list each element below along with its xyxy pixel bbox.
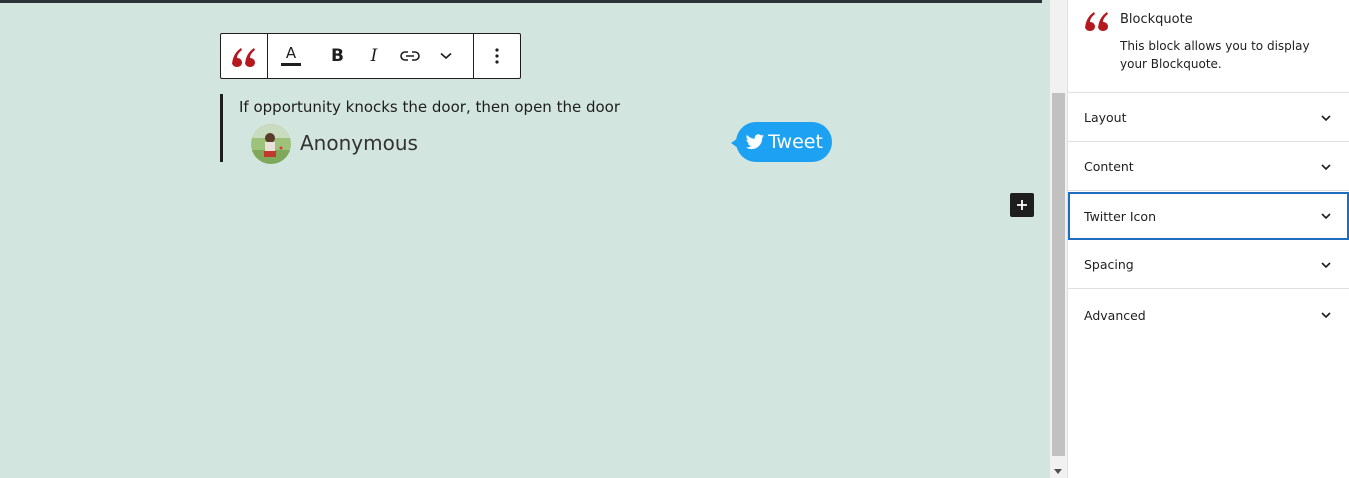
- quote-icon: [232, 48, 255, 67]
- vertical-ellipsis-icon: [495, 48, 499, 64]
- blockquote-block[interactable]: If opportunity knocks the door, then ope…: [220, 94, 840, 164]
- block-toolbar: A B I: [220, 33, 521, 79]
- tweet-label: Tweet: [768, 131, 823, 153]
- text-color-bar: [281, 63, 301, 66]
- chevron-down-icon: [440, 52, 452, 60]
- chevron-down-icon: [1321, 114, 1331, 121]
- scroll-down-arrow[interactable]: [1054, 469, 1062, 474]
- tweet-button[interactable]: Tweet: [731, 122, 832, 162]
- more-formats-button[interactable]: [433, 34, 459, 78]
- panel-label: Spacing: [1084, 257, 1134, 272]
- chevron-down-icon: [1321, 261, 1331, 268]
- author-avatar: [251, 124, 291, 164]
- chevron-down-icon: [1321, 312, 1331, 319]
- text-color-icon: A: [285, 44, 297, 62]
- top-bar: [0, 0, 1042, 3]
- panel-advanced[interactable]: Advanced: [1068, 290, 1349, 340]
- panel-label: Advanced: [1084, 307, 1146, 323]
- block-card: Blockquote This block allows you to disp…: [1068, 0, 1349, 93]
- options-button[interactable]: [474, 34, 520, 78]
- plus-icon: [1017, 200, 1027, 210]
- avatar-image: [251, 124, 291, 164]
- block-card-title: Blockquote: [1120, 12, 1193, 27]
- quote-text[interactable]: If opportunity knocks the door, then ope…: [239, 98, 620, 116]
- quote-icon: [1085, 12, 1108, 31]
- panel-twitter-icon[interactable]: Twitter Icon: [1068, 192, 1349, 240]
- panel-label: Content: [1084, 159, 1134, 174]
- author-name[interactable]: Anonymous: [300, 131, 418, 155]
- bold-button[interactable]: B: [314, 34, 361, 78]
- tweet-bubble-tail: [731, 138, 738, 148]
- panel-label: Twitter Icon: [1084, 208, 1156, 224]
- panel-content[interactable]: Content: [1068, 143, 1349, 191]
- chevron-down-icon: [1321, 213, 1331, 220]
- italic-button[interactable]: I: [361, 34, 387, 78]
- editor-canvas: A B I If opportunity knocks the door, th…: [0, 0, 1050, 478]
- link-icon: [400, 51, 420, 61]
- chevron-down-icon: [1321, 163, 1331, 170]
- scrollbar-thumb[interactable]: [1052, 93, 1065, 456]
- block-type-button[interactable]: [221, 34, 267, 78]
- block-card-description: This block allows you to display your Bl…: [1120, 39, 1310, 71]
- settings-sidebar: Blockquote This block allows you to disp…: [1067, 0, 1349, 478]
- panel-layout[interactable]: Layout: [1068, 94, 1349, 142]
- twitter-bird-icon: [745, 133, 765, 149]
- add-block-button[interactable]: [1010, 193, 1034, 217]
- panel-spacing[interactable]: Spacing: [1068, 241, 1349, 289]
- format-group: A B I: [268, 34, 459, 78]
- text-color-button[interactable]: A: [268, 34, 314, 78]
- link-button[interactable]: [387, 34, 433, 78]
- panel-label: Layout: [1084, 110, 1127, 125]
